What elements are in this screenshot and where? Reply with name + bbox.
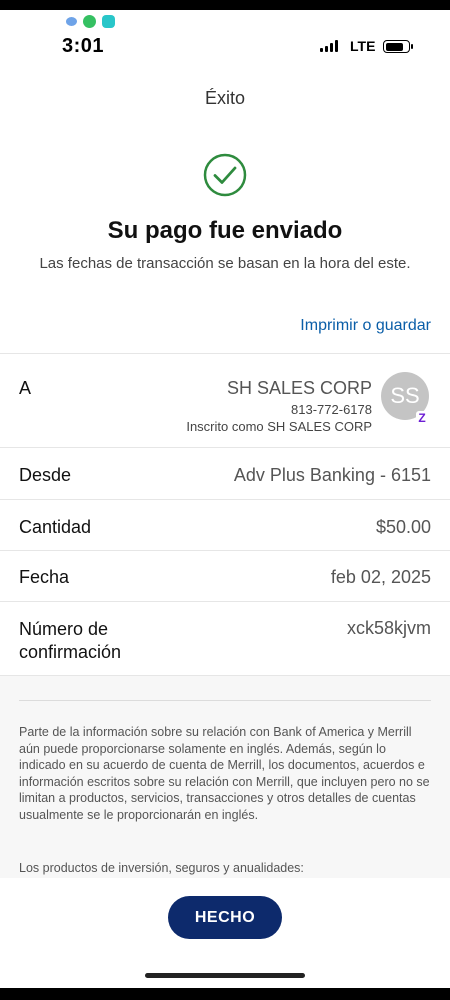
- date-label: Fecha: [19, 567, 70, 587]
- signal-icon: [320, 40, 338, 52]
- date-value: feb 02, 2025: [330, 567, 431, 587]
- network-type: LTE: [350, 38, 376, 54]
- from-label: Desde: [19, 465, 72, 485]
- investment-disclaimer: Los productos de inversión, seguros y an…: [19, 861, 304, 875]
- notification-icons: [66, 15, 115, 28]
- detail-row-from: Desde Adv Plus Banking - 6151: [0, 447, 450, 499]
- whatsapp-icon: [83, 15, 96, 28]
- done-button[interactable]: HECHO: [168, 896, 282, 939]
- page-title: Éxito: [204, 88, 246, 108]
- timezone-note: Las fechas de transacción se basan en la…: [39, 255, 411, 272]
- detail-row-date: Fecha feb 02, 2025: [0, 550, 450, 601]
- check-circle-icon: [203, 153, 247, 197]
- from-account: Adv Plus Banking - 6151: [233, 465, 431, 485]
- detail-row-recipient: A SH SALES CORP 813-772-6178 Inscrito co…: [0, 353, 450, 437]
- confirmation-number-label: Número de confirmación: [19, 619, 122, 662]
- disclaimer-section: Parte de la información sobre su relació…: [0, 675, 450, 885]
- detail-row-confirmation: Número de confirmación xck58kjvm: [0, 601, 450, 675]
- status-time: 3:01: [62, 35, 105, 57]
- app-screen: 3:01 LTE Éxito Su pago fue enviado Las f…: [0, 10, 450, 988]
- print-or-save-link[interactable]: Imprimir o guardar: [300, 317, 431, 335]
- recipient-label: A: [19, 378, 32, 398]
- battery-icon: [383, 40, 413, 53]
- payee-phone: 813-772-6178: [291, 402, 372, 417]
- home-indicator[interactable]: [145, 973, 305, 978]
- app-icon: [102, 15, 115, 28]
- zelle-icon: Z: [416, 411, 428, 425]
- footer: HECHO: [0, 878, 450, 988]
- status-bar: 3:01 LTE: [0, 10, 450, 60]
- amount-label: Cantidad: [19, 517, 92, 537]
- payee-name: SH SALES CORP: [226, 378, 372, 398]
- divider: [19, 700, 431, 701]
- success-headline: Su pago fue enviado: [107, 217, 343, 244]
- detail-row-amount: Cantidad $50.00: [0, 499, 450, 550]
- payee-enrolled-as: Inscrito como SH SALES CORP: [186, 419, 372, 434]
- confirmation-number-value: xck58kjvm: [346, 618, 431, 638]
- amount-value: $50.00: [375, 517, 431, 537]
- language-disclaimer: Parte de la información sobre su relació…: [19, 725, 430, 822]
- message-icon: [66, 17, 77, 26]
